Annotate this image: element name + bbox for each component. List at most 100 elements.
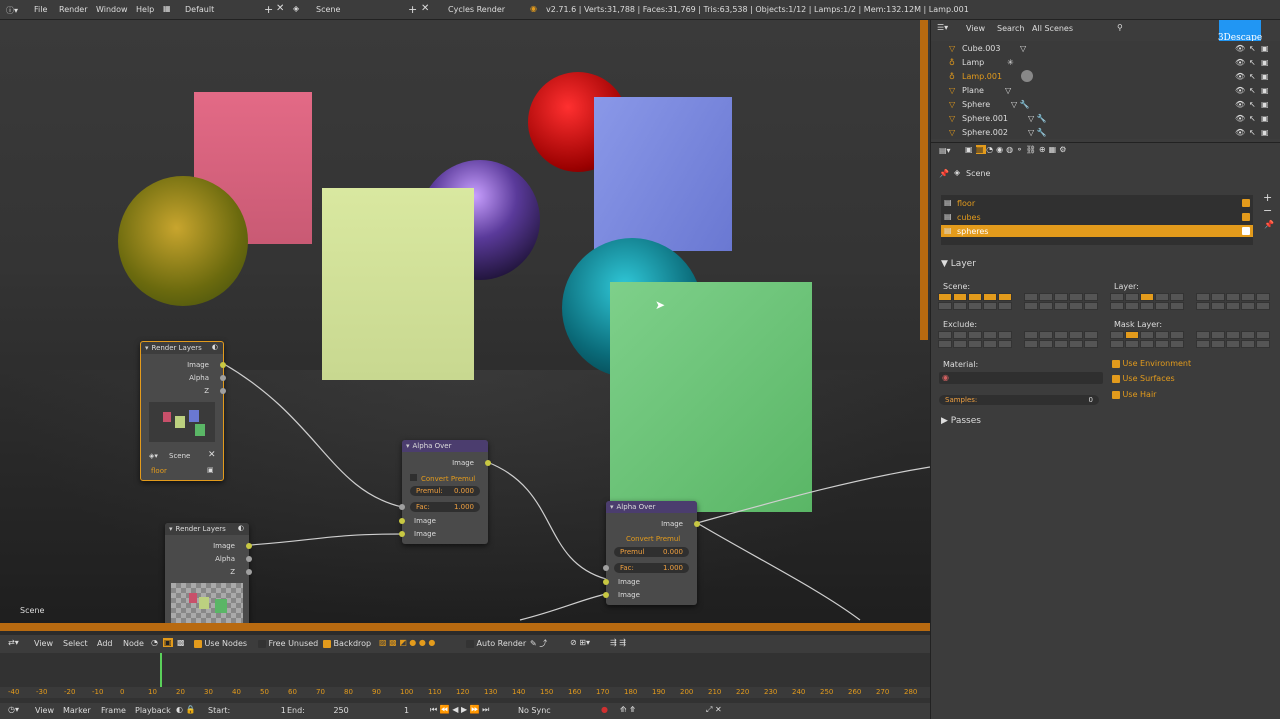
layer-toggle[interactable] — [1196, 340, 1210, 348]
layer-toggle[interactable] — [953, 302, 967, 310]
close-icon[interactable]: ✕ — [208, 450, 216, 460]
outliner-row-cube003[interactable]: ▽ Cube.003 ▽ 👁 ↖ ▣ — [931, 41, 1280, 55]
layer-toggle[interactable] — [998, 302, 1012, 310]
layer-toggle[interactable] — [1054, 293, 1068, 301]
layer-toggle[interactable] — [1110, 293, 1124, 301]
layer-toggle[interactable] — [1140, 302, 1154, 310]
layer-toggle[interactable] — [1170, 293, 1184, 301]
layer-toggle[interactable] — [1256, 340, 1270, 348]
collapse-arrow-icon[interactable]: ▾ — [169, 525, 173, 533]
fac-field[interactable]: Fac: 1.000 — [410, 502, 480, 512]
layer-row-spheres[interactable]: ▤ spheres — [941, 225, 1253, 237]
menu-search[interactable]: Search — [997, 24, 1024, 33]
layer-toggle[interactable] — [1125, 293, 1139, 301]
passes-panel-header[interactable]: ▶ Passes — [941, 416, 981, 426]
render-engine-select[interactable]: Cycles Render — [448, 5, 505, 14]
use-environment-checkbox[interactable]: Use Environment — [1112, 359, 1191, 368]
image-socket[interactable] — [246, 543, 252, 549]
menu-node[interactable]: Node — [123, 639, 144, 648]
layer-toggle[interactable] — [1024, 293, 1038, 301]
layer-toggle[interactable] — [1196, 331, 1210, 339]
menu-select[interactable]: Select — [63, 639, 88, 648]
node-options-icon[interactable]: ◐ — [212, 343, 218, 351]
editor-type-icon[interactable]: ⇄▾ — [8, 638, 19, 647]
layer-toggle[interactable] — [1226, 302, 1240, 310]
layer-toggle[interactable] — [998, 340, 1012, 348]
sync-mode-select[interactable]: No Sync — [518, 706, 551, 715]
backdrop-checkbox[interactable]: Backdrop — [323, 639, 371, 648]
layout-name[interactable]: Default — [185, 5, 214, 14]
add-layer-icon[interactable]: + — [1263, 191, 1272, 204]
shader-nodes-icon[interactable]: ◔ — [151, 638, 158, 647]
layer-toggle[interactable] — [938, 331, 952, 339]
layer-toggle[interactable] — [1170, 302, 1184, 310]
layer-layers-grid[interactable] — [1110, 293, 1270, 313]
convert-premul-checkbox[interactable]: Convert Premul — [626, 535, 680, 543]
layer-toggle[interactable] — [1125, 302, 1139, 310]
alpha-over-node-2[interactable]: ▾ Alpha Over Image Convert Premul Premul 0… — [603, 501, 700, 605]
layer-toggle[interactable] — [968, 340, 982, 348]
layer-toggle[interactable] — [983, 331, 997, 339]
record-icon[interactable]: ● — [601, 705, 608, 714]
alpha-over-node-1[interactable]: ▾ Alpha Over Image Convert Premul Premul:… — [399, 440, 491, 544]
fac-socket[interactable] — [603, 565, 609, 571]
properties-context-tabs[interactable]: ▣▤◔◉◍⚬⛓⊕▦⚙ — [965, 145, 1069, 154]
image-input-socket[interactable] — [399, 531, 405, 537]
use-surfaces-checkbox[interactable]: Use Surfaces — [1112, 374, 1175, 383]
pin-layer-icon[interactable]: 📌 — [1264, 220, 1274, 229]
snap-icon[interactable]: ⊘ ⊞▾ — [570, 638, 590, 647]
add-scene-icon[interactable]: + — [408, 3, 417, 16]
layer-toggle[interactable] — [1226, 293, 1240, 301]
layer-toggle[interactable] — [1211, 340, 1225, 348]
layer-toggle[interactable] — [1039, 331, 1053, 339]
layer-toggle[interactable] — [1155, 293, 1169, 301]
layer-toggle[interactable] — [968, 331, 982, 339]
horizontal-scrollbar[interactable] — [0, 623, 930, 631]
fac-field[interactable]: Fac: 1.000 — [614, 563, 689, 573]
vertical-scrollbar[interactable] — [920, 20, 928, 340]
layer-toggle[interactable] — [1196, 302, 1210, 310]
node-scene-field[interactable]: Scene — [169, 452, 190, 460]
backdrop-channels-icons[interactable]: ▨ ▩ ◩ ● ● ● — [379, 638, 435, 647]
layer-toggle[interactable] — [938, 340, 952, 348]
menu-view[interactable]: View — [35, 706, 54, 715]
convert-premul-checkbox[interactable]: Convert Premul — [410, 474, 475, 483]
layer-toggle[interactable] — [1125, 331, 1139, 339]
layer-toggle[interactable] — [1125, 340, 1139, 348]
pin-icon[interactable]: ✎ ⤴ — [530, 638, 547, 649]
layer-toggle[interactable] — [1069, 340, 1083, 348]
free-unused-checkbox[interactable]: Free Unused — [258, 639, 318, 648]
outliner-row-plane[interactable]: ▽ Plane ▽ 👁 ↖ ▣ — [931, 83, 1280, 97]
end-frame-field[interactable]: End: 250 — [287, 706, 349, 715]
render-layers-node-2[interactable]: ▾ Render Layers ◐ Image Alpha Z — [165, 523, 252, 631]
preview-range-icon[interactable]: ◐ 🔒 — [176, 705, 195, 714]
layer-row-floor[interactable]: ▤ floor — [941, 197, 1253, 209]
image-input-socket[interactable] — [603, 592, 609, 598]
layer-toggle[interactable] — [983, 340, 997, 348]
layer-toggle[interactable] — [1054, 331, 1068, 339]
layer-toggle[interactable] — [1039, 302, 1053, 310]
mask-layers-grid[interactable] — [1110, 331, 1270, 351]
layer-toggle[interactable] — [983, 293, 997, 301]
layer-toggle[interactable] — [1155, 340, 1169, 348]
layer-toggle[interactable] — [1039, 293, 1053, 301]
layer-toggle[interactable] — [1084, 340, 1098, 348]
layer-toggle[interactable] — [1241, 302, 1255, 310]
material-field[interactable]: ◉ — [939, 372, 1103, 384]
menu-add[interactable]: Add — [97, 639, 113, 648]
use-hair-checkbox[interactable]: Use Hair — [1112, 390, 1156, 399]
menu-marker[interactable]: Marker — [63, 706, 91, 715]
layer-toggle[interactable] — [1211, 293, 1225, 301]
close-layout-icon[interactable]: ✕ — [276, 3, 284, 14]
layer-toggle[interactable] — [1155, 331, 1169, 339]
node-header[interactable]: ▾ Render Layers ◐ — [141, 342, 223, 354]
layer-toggle[interactable] — [968, 302, 982, 310]
node-layer-field[interactable]: floor — [151, 467, 167, 475]
layer-toggle[interactable] — [953, 340, 967, 348]
node-header[interactable]: ▾ Alpha Over — [402, 440, 488, 452]
layer-toggle[interactable] — [953, 293, 967, 301]
node-editor-backdrop[interactable]: ➤ ▾ Render Layers ◐ Image Alpha Z ◈▾ Scene… — [0, 20, 930, 631]
layer-toggle[interactable] — [1110, 302, 1124, 310]
layer-toggle[interactable] — [1069, 331, 1083, 339]
premul-field[interactable]: Premul 0.000 — [614, 547, 689, 557]
